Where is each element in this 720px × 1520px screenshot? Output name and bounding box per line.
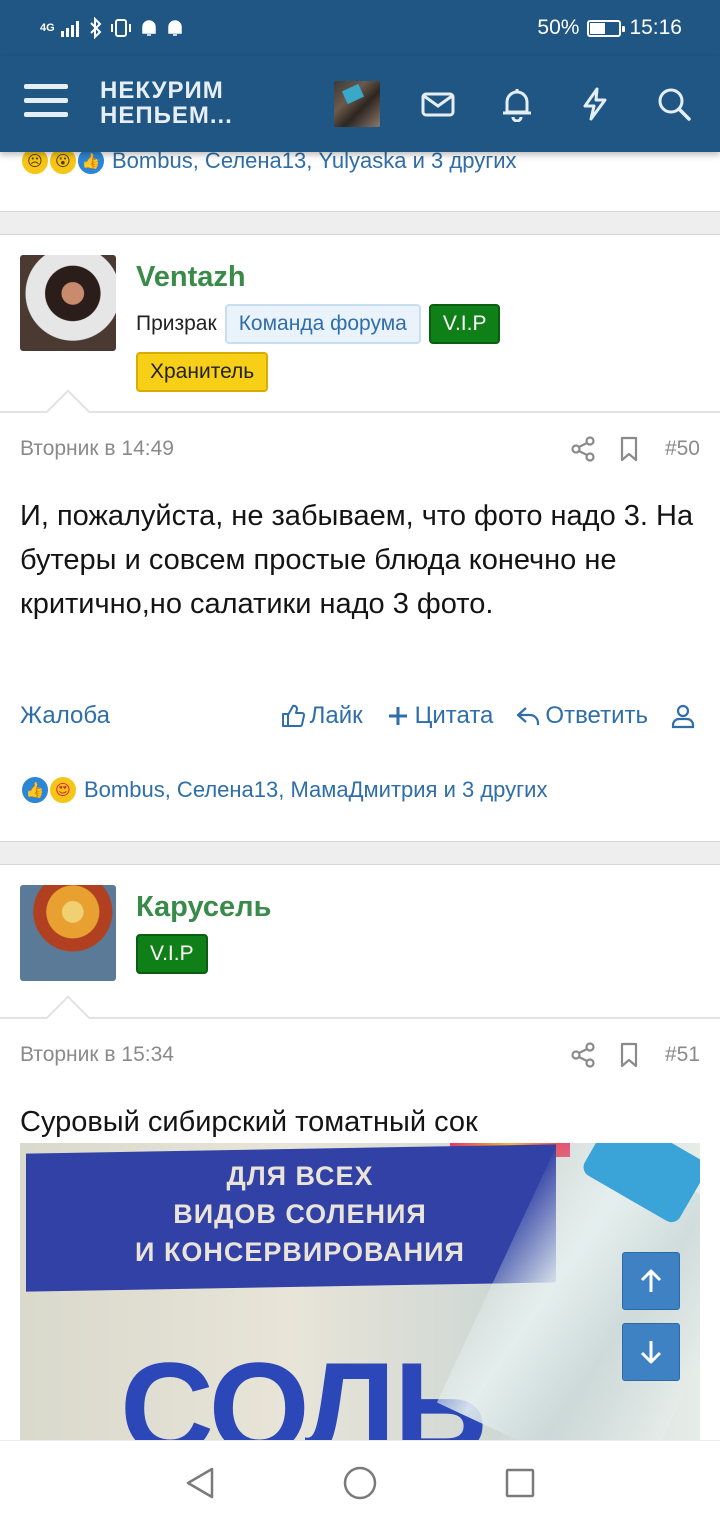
alerts-bell-icon[interactable] [499, 86, 535, 123]
menu-icon[interactable] [24, 84, 68, 124]
post-author-block: Карусель V.I.P [0, 865, 720, 1017]
post-date[interactable]: Вторник в 14:49 [20, 437, 551, 461]
scroll-top-button[interactable] [622, 1252, 680, 1310]
quote-button[interactable]: Цитата [385, 702, 494, 730]
post-number[interactable]: #51 [665, 1043, 700, 1067]
reply-button[interactable]: Ответить [515, 702, 648, 730]
site-logo[interactable]: НЕКУРИМ НЕПЬЕМ... [100, 78, 233, 128]
quote-label: Цитата [414, 702, 494, 729]
post-divider [0, 211, 720, 235]
salt-big-text: СОЛЬ [120, 1335, 487, 1440]
arrow-up-icon [640, 1269, 662, 1292]
post-body: И, пожалуйста, не забываем, что фото над… [20, 500, 694, 620]
vibrate-icon [110, 19, 131, 37]
notification-bell-icon-2 [167, 20, 182, 36]
author-avatar[interactable] [20, 885, 116, 981]
author-separator [0, 1017, 720, 1019]
network-type: 4G [40, 22, 55, 34]
battery-icon [587, 19, 626, 37]
status-icons-right: 50% 15:16 [537, 14, 682, 42]
author-avatar[interactable] [20, 255, 116, 351]
inbox-icon[interactable] [420, 86, 456, 122]
vip-badge: V.I.P [136, 934, 208, 974]
bookmark-icon[interactable] [615, 1041, 643, 1069]
salt-text-line-3: И КОНСЕРВИРОВАНИЯ [135, 1237, 465, 1267]
author-username[interactable]: Карусель [136, 891, 271, 924]
author-username[interactable]: Ventazh [136, 261, 246, 294]
home-icon[interactable] [340, 1463, 380, 1503]
signal-icon [60, 21, 79, 37]
plus-icon [388, 707, 407, 725]
thumbs-up-icon [281, 704, 305, 727]
logo-line-1: НЕКУРИМ [100, 77, 224, 104]
like-reaction-icon: 👍 [20, 775, 50, 805]
author-badges: Призрак Команда форума V.I.P Хранитель [136, 304, 576, 392]
user-avatar[interactable] [334, 81, 380, 127]
report-button[interactable]: Жалоба [20, 702, 258, 730]
post-meta: Вторник в 14:49 #50 [20, 431, 700, 467]
bluetooth-icon [89, 17, 102, 39]
battery-percent: 50% [537, 16, 580, 39]
love-eyes-emoji-icon: 😍 [48, 775, 78, 805]
notification-bell-icon [141, 20, 156, 36]
bookmark-icon[interactable] [615, 435, 643, 463]
scroll-bottom-button[interactable] [622, 1323, 680, 1381]
post-actions: Жалоба Лайк Цитата Ответить [20, 696, 700, 736]
author-separator [0, 411, 720, 413]
keeper-badge: Хранитель [136, 352, 269, 392]
salt-text-line-1: ДЛЯ ВСЕХ [226, 1161, 374, 1191]
reply-label: Ответить [545, 702, 648, 729]
reply-arrow-icon [517, 707, 540, 725]
system-nav-bar [0, 1440, 720, 1520]
arrow-down-icon [640, 1341, 662, 1364]
share-icon[interactable] [569, 1041, 597, 1069]
user-menu-button[interactable] [670, 703, 700, 729]
logo-line-2: НЕПЬЕМ... [100, 102, 233, 129]
back-icon[interactable] [180, 1463, 220, 1503]
post-date[interactable]: Вторник в 15:34 [20, 1043, 551, 1067]
post-photo[interactable]: ДЛЯ ВСЕХ ВИДОВ СОЛЕНИЯ И КОНСЕРВИРОВАНИЯ… [20, 1143, 700, 1440]
post-number[interactable]: #50 [665, 437, 700, 461]
vip-badge: V.I.P [428, 304, 501, 344]
post-divider [0, 841, 720, 865]
post-meta: Вторник в 15:34 #51 [20, 1037, 700, 1073]
salt-text-line-2: ВИДОВ СОЛЕНИЯ [173, 1199, 427, 1229]
whats-new-bolt-icon[interactable] [577, 86, 613, 122]
reaction-users[interactable]: Bombus, Селена13, МамаДмитрия и 3 других [84, 777, 547, 803]
team-badge: Команда форума [224, 304, 421, 344]
post-reactions[interactable]: 👍 😍 Bombus, Селена13, МамаДмитрия и 3 др… [20, 775, 547, 805]
user-title: Призрак [136, 312, 217, 335]
app-header: НЕКУРИМ НЕПЬЕМ... [0, 56, 720, 152]
search-icon[interactable] [656, 86, 692, 122]
like-button[interactable]: Лайк [280, 702, 363, 730]
recent-apps-icon[interactable] [500, 1463, 540, 1503]
like-label: Лайк [309, 702, 363, 729]
share-icon[interactable] [569, 435, 597, 463]
post-body: Суровый сибирский томатный сок [20, 1106, 478, 1138]
clock: 15:16 [629, 16, 682, 39]
status-icons-left: 4G [40, 14, 185, 42]
user-icon [671, 704, 695, 729]
author-badges: V.I.P [136, 934, 576, 974]
post-author-block: Ventazh Призрак Команда форума V.I.P Хра… [0, 235, 720, 413]
status-bar: 4G 50% 15:16 [0, 0, 720, 56]
salt-package-text: ДЛЯ ВСЕХ ВИДОВ СОЛЕНИЯ И КОНСЕРВИРОВАНИЯ [110, 1157, 490, 1271]
